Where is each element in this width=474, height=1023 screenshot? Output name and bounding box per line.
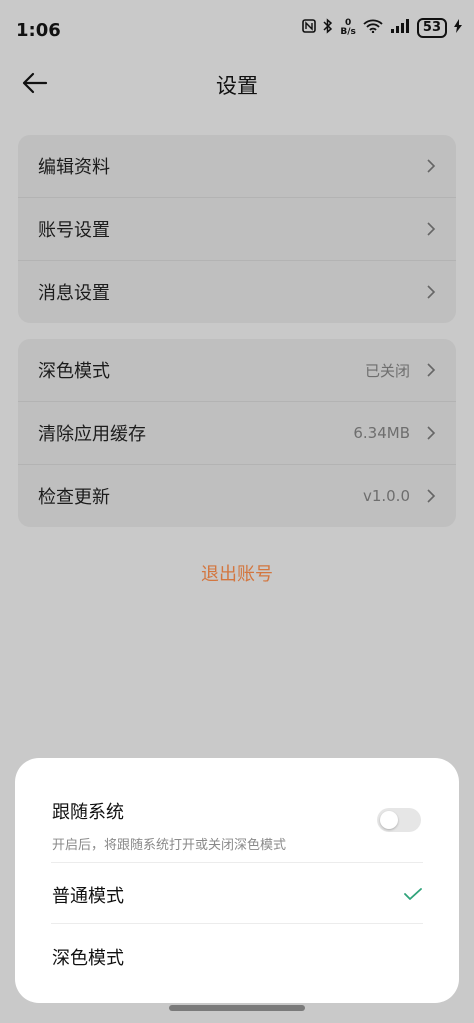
- chevron-right-icon: [427, 222, 436, 236]
- row-label: 消息设置: [38, 283, 110, 304]
- row-label: 编辑资料: [38, 157, 110, 178]
- page-title: 设置: [216, 74, 258, 98]
- row-value: 6.34MB: [353, 424, 410, 442]
- settings-group-account: 编辑资料 账号设置 消息设置: [18, 135, 456, 323]
- check-icon: [404, 888, 422, 900]
- chevron-right-icon: [427, 363, 436, 377]
- wifi-icon: [363, 19, 383, 37]
- bluetooth-icon: [323, 18, 333, 38]
- row-label: 清除应用缓存: [38, 424, 146, 445]
- status-bar: 1:06 0 B/s 53: [0, 0, 474, 60]
- follow-system-subtitle: 开启后，将跟随系统打开或关闭深色模式: [52, 838, 287, 853]
- follow-system-title: 跟随系统: [52, 802, 124, 823]
- row-edit-profile[interactable]: 编辑资料: [18, 135, 456, 197]
- divider: [51, 923, 423, 924]
- row-label: 深色模式: [38, 361, 110, 382]
- dark-mode-sheet: 跟随系统 开启后，将跟随系统打开或关闭深色模式 普通模式 深色模式: [15, 758, 459, 1003]
- network-speed: 0 B/s: [340, 18, 356, 37]
- row-label: 账号设置: [38, 220, 110, 241]
- nfc-icon: [302, 19, 317, 37]
- row-value: 已关闭: [364, 361, 410, 380]
- battery-indicator: 53: [416, 18, 447, 38]
- chevron-right-icon: [427, 489, 436, 503]
- row-check-update[interactable]: 检查更新 v1.0.0: [18, 464, 456, 527]
- row-label: 检查更新: [38, 487, 110, 508]
- follow-system-toggle[interactable]: [377, 808, 421, 832]
- chevron-right-icon: [427, 159, 436, 173]
- chevron-right-icon: [427, 426, 436, 440]
- row-value: v1.0.0: [362, 487, 410, 505]
- home-indicator[interactable]: [169, 1005, 305, 1011]
- row-message-settings[interactable]: 消息设置: [18, 260, 456, 323]
- status-icons: 0 B/s 53: [302, 18, 462, 38]
- logout-button[interactable]: 退出账号: [0, 560, 474, 586]
- follow-system-option: 跟随系统 开启后，将跟随系统打开或关闭深色模式: [52, 798, 286, 853]
- signal-icon: [390, 19, 410, 37]
- row-clear-cache[interactable]: 清除应用缓存 6.34MB: [18, 401, 456, 464]
- settings-group-app: 深色模式 已关闭 清除应用缓存 6.34MB 检查更新 v1.0.0: [18, 339, 456, 527]
- clock: 1:06: [16, 20, 61, 41]
- row-account-settings[interactable]: 账号设置: [18, 197, 456, 260]
- chevron-right-icon: [427, 285, 436, 299]
- app-header: 设置: [0, 60, 474, 110]
- toggle-knob: [380, 811, 398, 829]
- row-dark-mode[interactable]: 深色模式 已关闭: [18, 339, 456, 401]
- divider: [51, 862, 423, 863]
- charging-icon: [454, 19, 462, 37]
- option-normal-mode[interactable]: 普通模式: [52, 882, 124, 908]
- option-dark-mode[interactable]: 深色模式: [52, 944, 124, 970]
